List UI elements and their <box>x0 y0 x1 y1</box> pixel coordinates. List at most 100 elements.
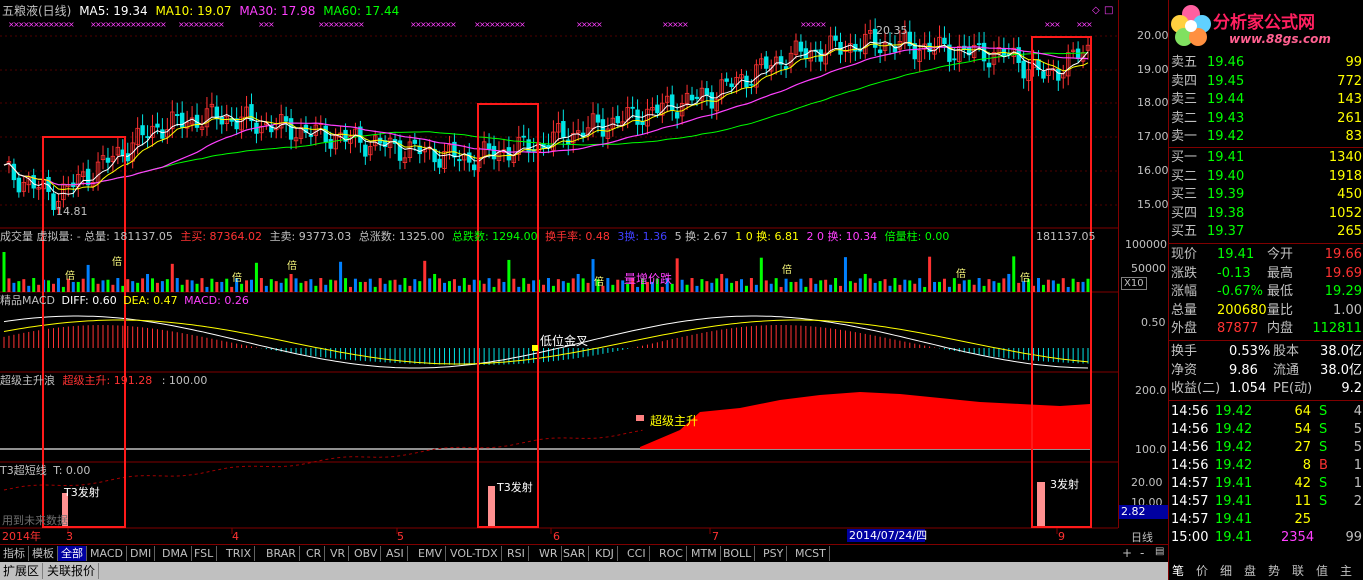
right-tab[interactable]: 主 <box>1340 562 1352 580</box>
tick-time: 15:00 <box>1171 530 1209 545</box>
tick-volume: 42 <box>1294 476 1311 491</box>
tab-vol-tdx[interactable]: VOL-TDX <box>447 546 502 561</box>
t3-value: T: 0.00 <box>53 464 91 477</box>
tab-cci[interactable]: CCI <box>624 546 650 561</box>
tab-vr[interactable]: VR <box>327 546 350 561</box>
golden-cross-label: 低位金叉 <box>540 334 589 348</box>
ma30-label: MA30: 17.98 <box>239 4 316 18</box>
turnover-10: 1 0 换: 6.81 <box>735 230 799 243</box>
tab-kdj[interactable]: KDJ <box>592 546 618 561</box>
ask-price: 19.44 <box>1207 92 1245 107</box>
quote-value: -0.67% <box>1217 284 1263 299</box>
tab-dmi[interactable]: DMI <box>127 546 156 561</box>
bid-label: 买一 <box>1171 150 1198 165</box>
tab-mtm[interactable]: MTM <box>688 546 721 561</box>
bei-mark: 倍 <box>232 273 242 284</box>
quote-label: 内盘 <box>1267 321 1294 336</box>
bid-row[interactable]: 买三 19.39 450 <box>1169 186 1363 204</box>
bei-mark: 倍 <box>65 271 75 282</box>
right-tab[interactable]: 笔 <box>1172 562 1184 580</box>
tick-time: 14:56 <box>1171 422 1209 437</box>
period-label[interactable]: 日线 <box>1131 529 1153 545</box>
quote-label: 涨跌 <box>1171 265 1198 281</box>
bid-row[interactable]: 买四 19.38 1052 <box>1169 205 1363 223</box>
ask-row[interactable]: 卖四 19.45 772 <box>1169 73 1363 91</box>
tab-dma[interactable]: DMA <box>159 546 192 561</box>
kline-chart[interactable]: ××××××××××××× ××××××××××××××× ××××××××× ×××… <box>0 0 1118 544</box>
logo-url: www.88gs.com <box>1229 32 1331 46</box>
tab-boll[interactable]: BOLL <box>720 546 756 561</box>
svg-text:×: × <box>450 20 457 29</box>
bid-row[interactable]: 买一 19.41 1340 <box>1169 149 1363 167</box>
minus-button[interactable]: - <box>1140 546 1144 560</box>
bid-row[interactable]: 买五 19.37 265 <box>1169 223 1363 241</box>
quote-row: 总量 200680 量比 1.00 <box>1169 302 1363 320</box>
fund-label: 流通 <box>1273 362 1300 378</box>
ma60-label: MA60: 17.44 <box>323 4 400 18</box>
tick-price: 19.42 <box>1215 440 1253 455</box>
month-label: 4 <box>232 530 239 543</box>
right-tab[interactable]: 价 <box>1196 562 1208 580</box>
right-tab[interactable]: 细 <box>1220 562 1232 580</box>
golden-cross-marker <box>532 345 538 351</box>
tab-brar[interactable]: BRAR <box>263 546 300 561</box>
bid-label: 买五 <box>1171 224 1198 239</box>
tab-fsl[interactable]: FSL <box>191 546 218 561</box>
tab-psy[interactable]: PSY <box>760 546 788 561</box>
super-annotation: 超级主升 <box>650 414 699 428</box>
tab-all[interactable]: 全部 <box>58 546 87 561</box>
axis-label: 0.50 <box>1141 316 1166 329</box>
t3-annotation: T3发射 <box>497 481 533 494</box>
tick-count: 5 <box>1353 440 1362 455</box>
plus-button[interactable]: + <box>1122 546 1132 560</box>
axis-label: 20.00 <box>1137 29 1169 42</box>
tick-price: 19.41 <box>1215 494 1253 509</box>
tab-mcst[interactable]: MCST <box>792 546 830 561</box>
macd-value: MACD: 0.26 <box>184 294 249 307</box>
ask-row[interactable]: 卖五 19.46 99 <box>1169 54 1363 72</box>
tick-row: 14:56 19.42 64 S 4 <box>1169 403 1363 421</box>
tab-obv[interactable]: OBV <box>351 546 382 561</box>
related-quotes-button[interactable]: 关联报价 <box>44 563 100 579</box>
quote-label: 最低 <box>1267 284 1294 299</box>
axis-label: 18.00 <box>1137 96 1169 109</box>
tab-indicator[interactable]: 指标 <box>0 546 29 561</box>
right-tab[interactable]: 盘 <box>1244 562 1256 580</box>
quote-panel: 分析家公式网 www.88gs.com 卖五 19.46 99 卖四 19.45 772 卖… <box>1168 0 1363 580</box>
year-label: 2014年 <box>2 530 41 543</box>
tab-roc[interactable]: ROC <box>656 546 687 561</box>
ask-row[interactable]: 卖一 19.42 83 <box>1169 128 1363 146</box>
quote-value: 19.29 <box>1324 284 1362 299</box>
right-tab[interactable]: 值 <box>1316 562 1328 580</box>
bid-row[interactable]: 买二 19.40 1918 <box>1169 168 1363 186</box>
quote-value: 19.66 <box>1324 247 1362 262</box>
tab-asi[interactable]: ASI <box>383 546 408 561</box>
ask-price: 19.43 <box>1207 110 1245 126</box>
extension-area-button[interactable]: 扩展区 <box>0 563 44 579</box>
right-tab[interactable]: 势 <box>1268 562 1280 580</box>
right-tab[interactable]: 联 <box>1292 562 1304 580</box>
tab-emv[interactable]: EMV <box>415 546 446 561</box>
menu-icon[interactable]: ▤ <box>1155 546 1164 557</box>
tab-wr[interactable]: WR <box>536 546 562 561</box>
tab-trix[interactable]: TRIX <box>223 546 256 561</box>
tab-cr[interactable]: CR <box>303 546 326 561</box>
tab-template[interactable]: 模板 <box>29 546 58 561</box>
quote-value: 1.00 <box>1333 302 1362 318</box>
ask-row[interactable]: 卖三 19.44 143 <box>1169 91 1363 109</box>
t3-header: T3超短线 T: 0.00 <box>0 464 90 478</box>
month-label: 5 <box>397 530 404 543</box>
cursor-value: 2.82 <box>1119 505 1169 519</box>
ask-label: 卖一 <box>1171 129 1198 144</box>
volume-label: 成交量 虚拟量: - 总量: 181137.05 <box>0 230 173 243</box>
ask-row[interactable]: 卖二 19.43 261 <box>1169 110 1363 128</box>
tick-price: 19.41 <box>1215 476 1253 491</box>
highlight-box <box>1031 36 1092 528</box>
tab-sar[interactable]: SAR <box>560 546 590 561</box>
bei-mark: 倍 <box>1020 273 1030 284</box>
bid-volume: 1918 <box>1328 168 1362 184</box>
bottom-bar: 扩展区 关联报价 <box>0 562 1168 580</box>
tab-macd[interactable]: MACD <box>87 546 127 561</box>
bid-volume: 450 <box>1337 187 1362 202</box>
tab-rsi[interactable]: RSI <box>504 546 529 561</box>
